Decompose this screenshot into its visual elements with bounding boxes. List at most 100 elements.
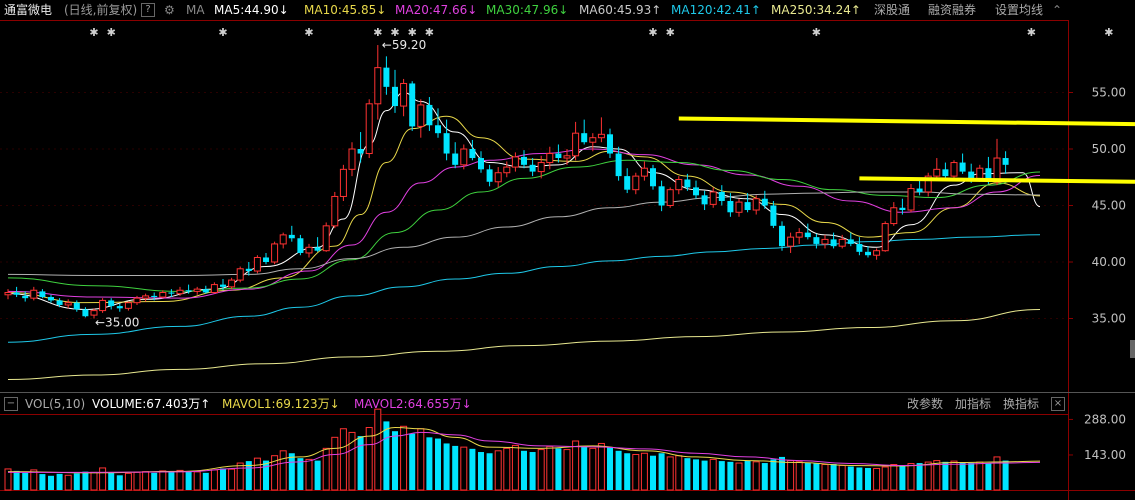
candle-body bbox=[151, 295, 158, 298]
candle-body bbox=[838, 238, 846, 247]
volume-bar bbox=[735, 462, 743, 491]
adjust-mode[interactable]: (日线,前复权) bbox=[64, 0, 137, 20]
gear-icon[interactable]: ⚙ bbox=[164, 0, 175, 20]
candle-body bbox=[39, 291, 46, 298]
candle-body bbox=[511, 156, 519, 168]
volume-bar bbox=[537, 449, 545, 491]
ma-settings-button[interactable]: 设置均线 bbox=[995, 0, 1043, 20]
candle bbox=[478, 151, 484, 173]
candle bbox=[426, 97, 433, 131]
candle-body bbox=[830, 239, 837, 247]
volume-bar bbox=[976, 461, 984, 491]
collapse-icon[interactable]: − bbox=[4, 397, 18, 411]
candle bbox=[365, 99, 373, 159]
volume-bar bbox=[693, 459, 699, 490]
candle bbox=[597, 117, 605, 143]
volume-bar bbox=[39, 474, 46, 490]
volume-bar bbox=[1002, 460, 1009, 490]
volume-bar bbox=[288, 453, 295, 490]
event-star-icon: ✱ bbox=[107, 26, 116, 39]
ma-label: MA bbox=[186, 3, 205, 17]
volume-bar bbox=[615, 450, 622, 490]
volume-bar bbox=[666, 456, 674, 491]
candle bbox=[210, 282, 218, 294]
volume-bar bbox=[108, 472, 115, 490]
chevron-up-icon[interactable]: ⌃ bbox=[1052, 0, 1062, 20]
candle bbox=[1002, 151, 1009, 174]
candle bbox=[297, 234, 304, 256]
candle bbox=[924, 172, 932, 197]
volume-indicator-label[interactable]: VOL(5,10) bbox=[25, 394, 85, 414]
candle bbox=[228, 277, 236, 290]
link-margin-trading[interactable]: 融资融券 bbox=[928, 0, 976, 20]
candle bbox=[546, 146, 554, 170]
candle-body bbox=[555, 153, 562, 159]
volume-bar bbox=[881, 466, 889, 491]
candle bbox=[856, 237, 863, 256]
volume-bar bbox=[486, 453, 493, 490]
volume-bar bbox=[435, 438, 441, 490]
volume-bar bbox=[752, 461, 760, 491]
candle bbox=[865, 246, 871, 258]
volume-bar bbox=[795, 461, 803, 491]
candle-body bbox=[546, 153, 554, 164]
candle-body bbox=[48, 297, 54, 301]
event-star-icon: ✱ bbox=[812, 26, 821, 39]
change-params-button[interactable]: 改参数 bbox=[907, 394, 943, 414]
link-shenzhen-connect[interactable]: 深股通 bbox=[874, 0, 910, 20]
candle-body bbox=[847, 239, 854, 244]
candle bbox=[82, 307, 89, 318]
candle-body bbox=[890, 207, 898, 225]
candle-body bbox=[220, 284, 226, 287]
help-icon[interactable]: ? bbox=[141, 3, 155, 17]
candle-body bbox=[202, 289, 209, 293]
close-icon[interactable]: × bbox=[1051, 397, 1065, 411]
volume-bars bbox=[4, 408, 1009, 491]
volume-bar bbox=[263, 460, 269, 490]
candle-body bbox=[460, 148, 468, 166]
candle bbox=[701, 190, 708, 211]
candle bbox=[452, 142, 459, 169]
candle bbox=[400, 78, 408, 117]
candle bbox=[529, 158, 536, 177]
chart-frame bbox=[0, 20, 1135, 500]
candle-body bbox=[658, 186, 665, 206]
volume-bar bbox=[555, 448, 562, 490]
candle-body bbox=[899, 207, 906, 211]
candle-body bbox=[236, 268, 244, 281]
candle-body bbox=[821, 238, 829, 245]
candle bbox=[847, 232, 854, 247]
candle-body bbox=[305, 246, 313, 254]
volume-bar bbox=[890, 464, 898, 491]
candle bbox=[709, 187, 717, 208]
event-star-icon: ✱ bbox=[218, 26, 227, 39]
add-indicator-button[interactable]: 加指标 bbox=[955, 394, 991, 414]
volume-bar bbox=[718, 461, 725, 490]
candle-body bbox=[597, 133, 605, 139]
splitter-handle bbox=[1130, 340, 1135, 358]
volume-bar bbox=[228, 468, 236, 491]
candle bbox=[795, 228, 803, 244]
candle bbox=[39, 289, 46, 299]
volume-bar bbox=[804, 463, 811, 490]
volume-bar bbox=[916, 463, 923, 490]
volume-bar bbox=[64, 474, 72, 491]
volume-bar bbox=[374, 408, 382, 491]
switch-indicator-button[interactable]: 换指标 bbox=[1003, 394, 1039, 414]
candle bbox=[443, 119, 450, 161]
candle-body bbox=[452, 153, 459, 165]
volume-bar bbox=[56, 473, 63, 490]
candle bbox=[735, 198, 743, 217]
candle-body bbox=[503, 166, 511, 174]
price-tick-label: 35.00 bbox=[1092, 312, 1126, 326]
volume-bar bbox=[529, 452, 536, 490]
candle bbox=[779, 221, 785, 251]
volume-bar bbox=[279, 450, 287, 491]
candle-body bbox=[331, 195, 339, 227]
volume-bar bbox=[942, 461, 949, 490]
stock-name[interactable]: 通富微电 bbox=[4, 0, 52, 20]
ma30-value: MA30:47.96↓ bbox=[486, 3, 569, 17]
ma5-value: MA5:44.90↓ bbox=[214, 3, 289, 17]
volume-bar bbox=[632, 453, 640, 491]
candle-body bbox=[271, 243, 279, 263]
